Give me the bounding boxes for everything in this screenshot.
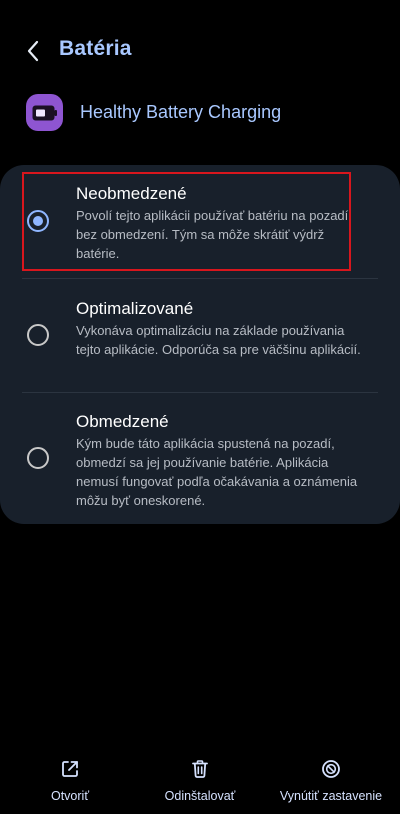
uninstall-button[interactable]: Odinštalovať: [157, 752, 243, 807]
open-label: Otvoriť: [50, 789, 90, 803]
radio-unrestricted[interactable]: [27, 210, 49, 232]
force-stop-label: Vynútiť zastavenie: [279, 789, 383, 803]
option-title: Obmedzené: [76, 412, 169, 431]
option-description: Kým bude táto aplikácia spustená na poza…: [76, 436, 358, 508]
radio-optimized[interactable]: [27, 324, 49, 346]
option-description: Povolí tejto aplikácii používať batériu …: [76, 208, 349, 261]
option-title: Neobmedzené: [76, 184, 187, 203]
option-title: Optimalizované: [76, 299, 194, 318]
app-info-row: Healthy Battery Charging: [26, 94, 386, 132]
chevron-left-icon: [27, 40, 39, 62]
app-name: Healthy Battery Charging: [80, 102, 282, 122]
open-button[interactable]: Otvoriť: [40, 752, 100, 807]
option-description: Vykonáva optimalizáciu na základe použív…: [76, 323, 361, 357]
open-external-icon: [59, 758, 81, 780]
uninstall-label: Odinštalovať: [164, 789, 236, 803]
force-stop-button[interactable]: Vynútiť zastavenie: [272, 752, 390, 807]
bottom-action-bar: Otvoriť Odinštalovať Vynútiť zastavenie: [0, 752, 400, 814]
block-icon: [320, 758, 342, 780]
battery-options-card: Neobmedzené Povolí tejto aplikácii použí…: [0, 165, 400, 524]
option-restricted[interactable]: Obmedzené Kým bude táto aplikácia spuste…: [0, 393, 400, 524]
option-unrestricted[interactable]: Neobmedzené Povolí tejto aplikácii použí…: [0, 165, 400, 278]
trash-icon: [189, 758, 211, 780]
header: Batéria: [0, 28, 400, 72]
back-button[interactable]: [18, 36, 48, 66]
battery-app-icon: [26, 94, 63, 131]
radio-restricted[interactable]: [27, 447, 49, 469]
option-optimized[interactable]: Optimalizované Vykonáva optimalizáciu na…: [0, 279, 400, 392]
page-title: Batéria: [59, 37, 132, 60]
